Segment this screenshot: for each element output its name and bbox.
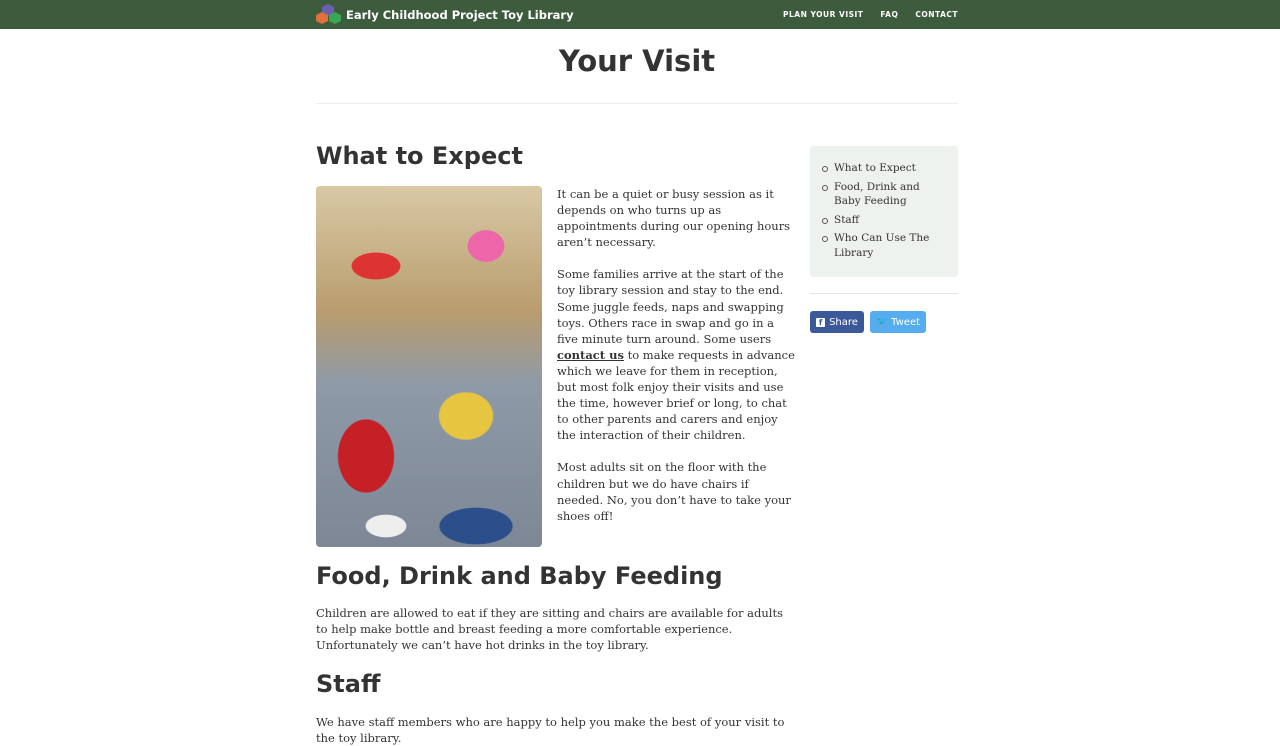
contact-us-link[interactable]: contact us [557,348,624,362]
title-divider [316,103,958,104]
paragraph: Most adults sit on the floor with the ch… [557,460,791,523]
section-heading-food-drink: Food, Drink and Baby Feeding [316,562,723,590]
sidebar-divider [810,293,958,294]
site-title[interactable]: Early Childhood Project Toy Library [346,8,574,22]
toy-library-photo [316,186,542,547]
facebook-icon: f [816,317,826,327]
share-label: Share [829,316,858,328]
what-to-expect-text: It can be a quiet or busy session as it … [557,186,795,540]
twitter-bird-icon: 🐦 [875,317,888,327]
site-brand[interactable]: Early Childhood Project Toy Library [316,4,574,25]
hexagon-logo-icon [316,4,343,25]
main-content: What to Expect It can be a quiet or busy… [316,140,795,745]
nav-faq[interactable]: FAQ [880,10,898,19]
paragraph: Some families arrive at the start of the… [557,267,795,443]
toc-item-staff[interactable]: Staff [820,213,948,228]
paragraph: It can be a quiet or busy session as it … [557,187,791,250]
toc-item-what-to-expect[interactable]: What to Expect [820,161,948,176]
food-drink-text: Children are allowed to eat if they are … [316,606,783,653]
main-nav: PLAN YOUR VISIT FAQ CONTACT [783,0,958,29]
top-navbar: Early Childhood Project Toy Library PLAN… [0,0,1280,29]
nav-contact[interactable]: CONTACT [915,10,958,19]
page-title: Your Visit [558,44,716,78]
table-of-contents: What to Expect Food, Drink and Baby Feed… [810,146,958,277]
toc-item-who-can-use[interactable]: Who Can Use The Library [820,231,948,260]
toc-item-food-drink[interactable]: Food, Drink and Baby Feeding [820,180,948,209]
twitter-tweet-button[interactable]: 🐦 Tweet [870,311,926,333]
tweet-label: Tweet [891,316,921,328]
facebook-share-button[interactable]: f Share [810,311,864,333]
staff-text: We have staff members who are happy to h… [316,715,785,746]
nav-plan-your-visit[interactable]: PLAN YOUR VISIT [783,10,863,19]
section-heading-staff: Staff [316,670,381,698]
section-heading-what-to-expect: What to Expect [316,142,523,170]
